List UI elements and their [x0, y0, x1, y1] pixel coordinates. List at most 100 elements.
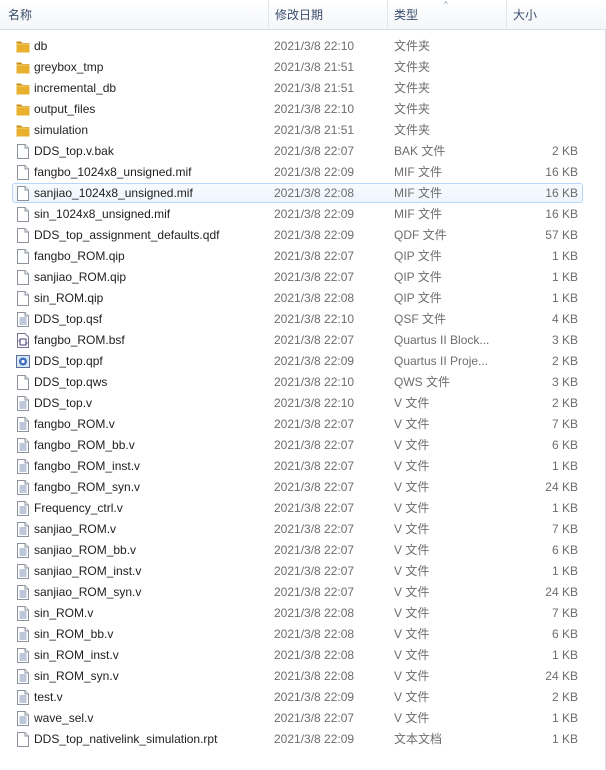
file-name: DDS_top.qsf: [34, 312, 103, 326]
file-name: sin_1024x8_unsigned.mif: [34, 207, 171, 221]
file-modified-date: 2021/3/8 21:51: [274, 123, 355, 137]
file-row[interactable]: db 2021/3/8 22:10 文件夹: [0, 36, 590, 57]
column-header-size[interactable]: 大小: [506, 0, 588, 30]
file-row[interactable]: fangbo_ROM.v 2021/3/8 22:07 V 文件 7 KB: [0, 414, 590, 435]
file-icon: [16, 228, 30, 243]
text-file-icon: [16, 438, 30, 453]
file-name: DDS_top_nativelink_simulation.rpt: [34, 732, 218, 746]
file-icon: [16, 144, 30, 159]
file-icon: [16, 249, 30, 264]
text-file-icon: [16, 522, 30, 537]
file-modified-date: 2021/3/8 22:07: [274, 333, 355, 347]
file-modified-date: 2021/3/8 22:10: [274, 102, 355, 116]
file-row[interactable]: fangbo_ROM.qip 2021/3/8 22:07 QIP 文件 1 KB: [0, 246, 590, 267]
file-row[interactable]: sanjiao_ROM_bb.v 2021/3/8 22:07 V 文件 6 KB: [0, 540, 590, 561]
file-name: sin_ROM_syn.v: [34, 669, 119, 683]
file-type: 文件夹: [394, 39, 431, 53]
file-row[interactable]: output_files 2021/3/8 22:10 文件夹: [0, 99, 590, 120]
text-file-icon: [16, 501, 30, 516]
file-type: 文件夹: [394, 81, 431, 95]
file-row[interactable]: sanjiao_ROM.v 2021/3/8 22:07 V 文件 7 KB: [0, 519, 590, 540]
file-size: 6 KB: [551, 627, 578, 641]
file-type: MIF 文件: [394, 207, 442, 221]
file-modified-date: 2021/3/8 22:07: [274, 564, 355, 578]
file-name: Frequency_ctrl.v: [34, 501, 123, 515]
file-icon: [16, 186, 30, 201]
file-size: 6 KB: [551, 438, 578, 452]
file-row[interactable]: incremental_db 2021/3/8 21:51 文件夹: [0, 78, 590, 99]
file-name: sin_ROM.qip: [34, 291, 104, 305]
file-name: fangbo_ROM_syn.v: [34, 480, 141, 494]
file-type: QSF 文件: [394, 312, 447, 326]
file-type: BAK 文件: [394, 144, 446, 158]
file-icon: [16, 291, 30, 306]
file-name: DDS_top.v: [34, 396, 93, 410]
file-modified-date: 2021/3/8 22:09: [274, 228, 355, 242]
file-row[interactable]: DDS_top_nativelink_simulation.rpt 2021/3/…: [0, 729, 590, 750]
file-modified-date: 2021/3/8 22:07: [274, 270, 355, 284]
file-row[interactable]: greybox_tmp 2021/3/8 21:51 文件夹: [0, 57, 590, 78]
file-type: V 文件: [394, 564, 430, 578]
file-modified-date: 2021/3/8 22:07: [274, 522, 355, 536]
file-modified-date: 2021/3/8 22:07: [274, 585, 355, 599]
file-name: fangbo_ROM_inst.v: [34, 459, 141, 473]
file-modified-date: 2021/3/8 22:07: [274, 249, 355, 263]
file-row[interactable]: sanjiao_ROM.qip 2021/3/8 22:07 QIP 文件 1 KB: [0, 267, 590, 288]
file-name: fangbo_ROM.v: [34, 417, 115, 431]
file-row[interactable]: DDS_top.qpf 2021/3/8 22:09 Quartus II Proj…: [0, 351, 590, 372]
column-header-name[interactable]: 名称: [0, 0, 268, 30]
file-size: 2 KB: [551, 396, 578, 410]
file-row[interactable]: sin_1024x8_unsigned.mif 2021/3/8 22:09 MIF…: [0, 204, 590, 225]
file-size: 2 KB: [551, 354, 578, 368]
file-row[interactable]: sanjiao_1024x8_unsigned.mif 2021/3/8 22:0…: [0, 183, 590, 204]
file-modified-date: 2021/3/8 22:09: [274, 732, 355, 746]
text-file-icon: [16, 312, 30, 327]
file-row[interactable]: DDS_top_assignment_defaults.qdf 2021/3/8 …: [0, 225, 590, 246]
file-type: V 文件: [394, 543, 430, 557]
file-row[interactable]: wave_sel.v 2021/3/8 22:07 V 文件 1 KB: [0, 708, 590, 729]
file-row[interactable]: simulation 2021/3/8 21:51 文件夹: [0, 120, 590, 141]
file-row[interactable]: sin_ROM.v 2021/3/8 22:08 V 文件 7 KB: [0, 603, 590, 624]
file-name: incremental_db: [34, 81, 117, 95]
file-row[interactable]: sin_ROM_syn.v 2021/3/8 22:08 V 文件 24 KB: [0, 666, 590, 687]
file-row[interactable]: sanjiao_ROM_syn.v 2021/3/8 22:07 V 文件 24 KB: [0, 582, 590, 603]
file-name: simulation: [34, 123, 89, 137]
file-row[interactable]: Frequency_ctrl.v 2021/3/8 22:07 V 文件 1 KB: [0, 498, 590, 519]
file-type: V 文件: [394, 648, 430, 662]
file-row[interactable]: fangbo_ROM.bsf 2021/3/8 22:07 Quartus II B…: [0, 330, 590, 351]
file-row[interactable]: sin_ROM_bb.v 2021/3/8 22:08 V 文件 6 KB: [0, 624, 590, 645]
file-modified-date: 2021/3/8 22:07: [274, 144, 355, 158]
file-row[interactable]: DDS_top.v.bak 2021/3/8 22:07 BAK 文件 2 KB: [0, 141, 590, 162]
file-name: greybox_tmp: [34, 60, 104, 74]
file-row[interactable]: DDS_top.qws 2021/3/8 22:10 QWS 文件 3 KB: [0, 372, 590, 393]
file-name: sanjiao_ROM_inst.v: [34, 564, 142, 578]
file-type: MIF 文件: [394, 186, 442, 200]
file-modified-date: 2021/3/8 22:07: [274, 438, 355, 452]
file-row[interactable]: DDS_top.v 2021/3/8 22:10 V 文件 2 KB: [0, 393, 590, 414]
file-modified-date: 2021/3/8 22:07: [274, 480, 355, 494]
column-header-type[interactable]: 类型 ^: [387, 0, 506, 30]
file-type: V 文件: [394, 459, 430, 473]
file-name: test.v: [34, 690, 63, 704]
file-row[interactable]: sin_ROM_inst.v 2021/3/8 22:08 V 文件 1 KB: [0, 645, 590, 666]
text-file-icon: [16, 627, 30, 642]
file-name: fangbo_1024x8_unsigned.mif: [34, 165, 192, 179]
file-icon: [16, 207, 30, 222]
file-type: QWS 文件: [394, 375, 450, 389]
column-header-date[interactable]: 修改日期: [268, 0, 387, 30]
file-type: V 文件: [394, 606, 430, 620]
file-modified-date: 2021/3/8 22:08: [274, 186, 355, 200]
file-name: DDS_top.v.bak: [34, 144, 114, 158]
file-size: 2 KB: [551, 144, 578, 158]
file-row[interactable]: test.v 2021/3/8 22:09 V 文件 2 KB: [0, 687, 590, 708]
file-size: 24 KB: [545, 669, 578, 683]
file-size: 1 KB: [551, 648, 578, 662]
file-row[interactable]: fangbo_1024x8_unsigned.mif 2021/3/8 22:09…: [0, 162, 590, 183]
file-row[interactable]: fangbo_ROM_inst.v 2021/3/8 22:07 V 文件 1 KB: [0, 456, 590, 477]
file-row[interactable]: sanjiao_ROM_inst.v 2021/3/8 22:07 V 文件 1 KB: [0, 561, 590, 582]
file-row[interactable]: fangbo_ROM_syn.v 2021/3/8 22:07 V 文件 24 KB: [0, 477, 590, 498]
file-row[interactable]: sin_ROM.qip 2021/3/8 22:08 QIP 文件 1 KB: [0, 288, 590, 309]
file-row[interactable]: fangbo_ROM_bb.v 2021/3/8 22:07 V 文件 6 KB: [0, 435, 590, 456]
file-size: 16 KB: [545, 207, 578, 221]
file-row[interactable]: DDS_top.qsf 2021/3/8 22:10 QSF 文件 4 KB: [0, 309, 590, 330]
